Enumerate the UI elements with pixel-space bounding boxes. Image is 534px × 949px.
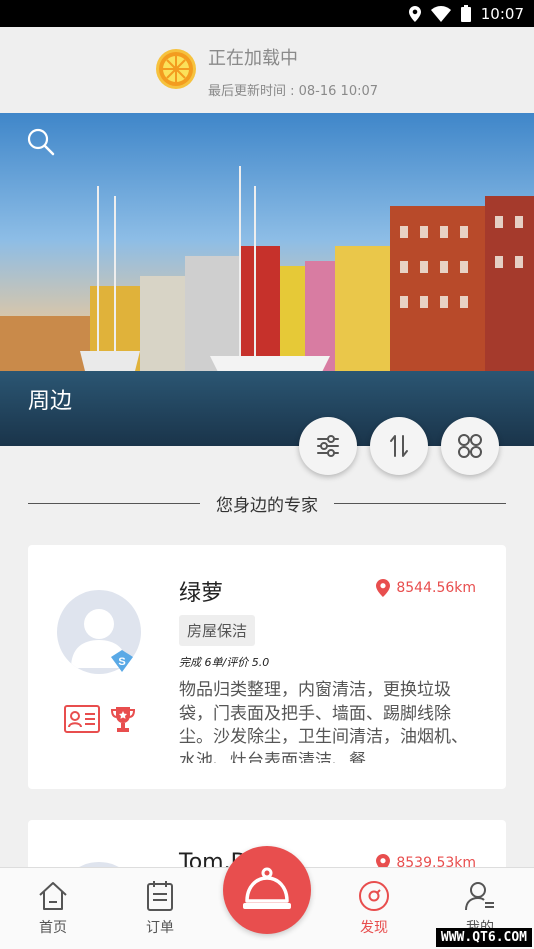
nav-orders-label: 订单 [146,920,174,936]
grid-icon [458,434,482,458]
certificate-icons [64,705,136,733]
harbor-houses-illustration [0,166,534,376]
nav-orders[interactable]: 订单 [120,868,200,949]
distance-value: 8544.56km [396,580,476,596]
verified-s-icon: S [111,650,133,672]
status-bar: 10:07 [0,0,534,27]
orange-slice-logo [156,49,196,89]
wifi-icon [430,5,451,22]
orders-list-icon [147,881,173,911]
service-description: 物品归类整理，内窗清洁，更换垃圾袋，门表面及把手、墙面、踢脚线除尘。沙发除尘，卫… [179,680,468,763]
battery-icon [460,5,471,22]
nav-home[interactable]: 首页 [13,868,93,949]
loading-text: 正在加载中 [208,48,298,69]
distance: 8544.56km [376,579,476,597]
service-tag: 房屋保洁 [179,615,256,646]
banner-title: 周边 [28,389,73,414]
nav-home-label: 首页 [39,920,67,936]
section-title: 您身边的专家 [216,495,318,516]
sort-button[interactable] [370,417,428,475]
location-pin-icon [376,579,391,597]
nav-discover[interactable]: 发现 [334,868,414,949]
compass-icon [359,881,389,911]
trophy-icon [110,707,136,732]
status-time: 10:07 [480,4,524,23]
expert-name: 绿萝 [179,581,224,606]
id-card-icon [64,705,100,733]
banner-image: 周边 [0,113,534,446]
location-icon [408,5,421,22]
service-bell-icon [243,867,291,909]
last-update-text: 最后更新时间 : 08-16 10:07 [208,84,379,99]
sliders-icon [317,435,339,457]
search-icon[interactable] [26,127,56,157]
divider-left [28,502,200,504]
expert-card[interactable]: S 绿萝 8544.56km 房屋保洁 完成 6单/评价 5.0 物品归类整理，… [28,545,506,789]
sort-arrows-icon [390,435,408,457]
site-watermark: WWW.QT6.COM [435,928,532,947]
home-icon [39,882,67,910]
refresh-header: 正在加载中 最后更新时间 : 08-16 10:07 [0,27,534,113]
divider-right [334,502,506,504]
service-bell-button[interactable] [223,846,311,934]
svg-text:S: S [118,656,125,668]
user-profile-icon [465,882,494,911]
section-header: 您身边的专家 [28,490,506,516]
nav-discover-label: 发现 [360,920,388,936]
filter-button[interactable] [299,417,357,475]
grid-view-button[interactable] [441,417,499,475]
order-stats: 完成 6单/评价 5.0 [179,656,270,669]
